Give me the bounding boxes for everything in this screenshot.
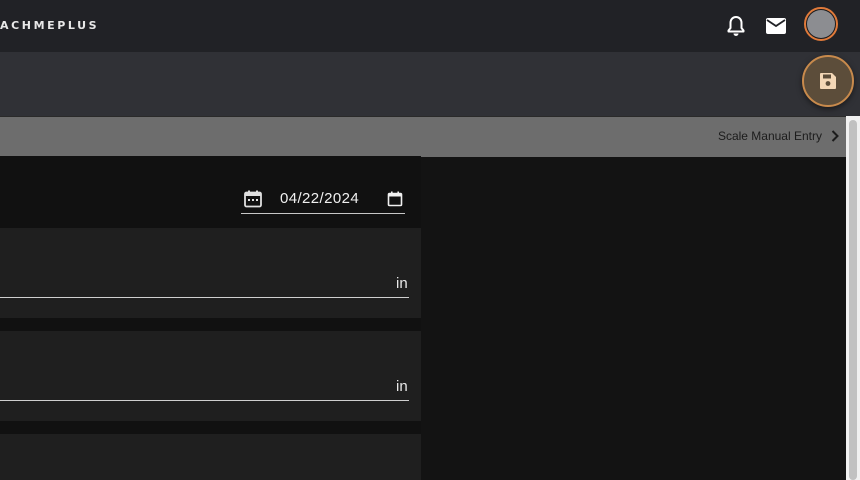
top-app-bar: ACHMEPLUS: [0, 0, 860, 52]
date-input[interactable]: 04/22/2024: [241, 186, 405, 214]
measurement-card: in: [0, 228, 421, 318]
unit-label: in: [396, 378, 408, 395]
date-value: 04/22/2024: [280, 190, 360, 207]
notifications-button[interactable]: [724, 14, 748, 38]
brand-logo: ACHMEPLUS: [0, 19, 100, 32]
bell-icon: [727, 16, 745, 36]
breadcrumb-item[interactable]: Scale Manual Entry: [718, 129, 822, 143]
measurement-input[interactable]: [0, 297, 409, 298]
measurement-card: [0, 434, 421, 480]
vertical-scrollbar[interactable]: [846, 116, 860, 480]
scrollbar-thumb[interactable]: [849, 120, 857, 480]
save-button[interactable]: [802, 55, 854, 107]
chevron-right-icon: [831, 130, 839, 142]
messages-button[interactable]: [764, 14, 788, 38]
unit-label: in: [396, 275, 408, 292]
breadcrumb: Scale Manual Entry: [0, 116, 846, 157]
date-picker-icon[interactable]: [387, 191, 403, 207]
mail-icon: [766, 18, 786, 34]
page-toolbar: [0, 52, 860, 116]
measurement-input[interactable]: [0, 400, 409, 401]
user-avatar-button[interactable]: [804, 7, 838, 41]
measurement-card: in: [0, 331, 421, 421]
calendar-icon: [244, 190, 262, 208]
save-icon: [820, 73, 836, 89]
avatar-image: [807, 10, 835, 38]
